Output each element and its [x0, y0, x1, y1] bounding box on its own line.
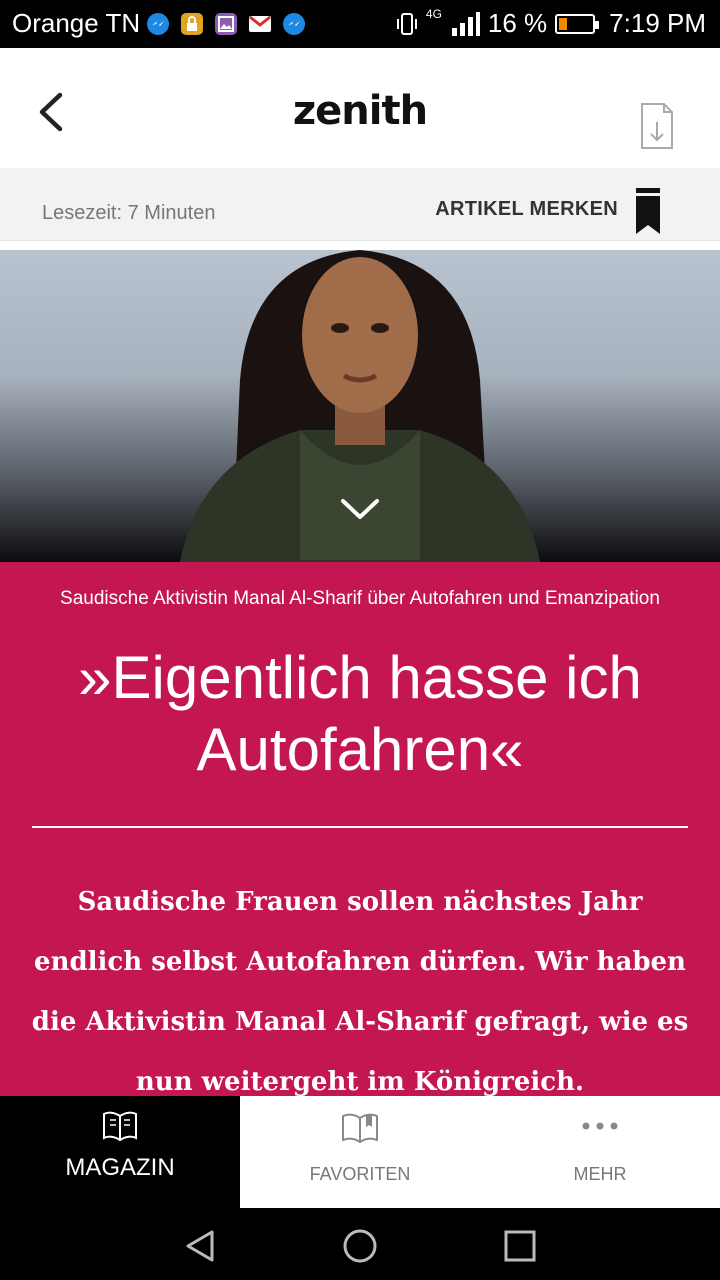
- tab-favoriten[interactable]: FAVORITEN: [240, 1096, 480, 1208]
- open-book-icon: [103, 1111, 137, 1142]
- tab-magazin[interactable]: MAGAZIN: [0, 1096, 240, 1208]
- tab-label: FAVORITEN: [309, 1164, 411, 1184]
- nav-recents-icon[interactable]: [502, 1228, 538, 1264]
- chevron-down-icon[interactable]: [340, 498, 380, 522]
- status-bar: Orange TN 4G 16 % 7:19 PM: [0, 0, 720, 48]
- gmail-icon: [249, 15, 271, 32]
- app-logo: zenith: [292, 88, 428, 134]
- app-bar: zenith: [0, 48, 720, 168]
- article-lead: Saudische Frauen sollen nächstes Jahr en…: [31, 887, 689, 1097]
- tab-label: MAGAZIN: [65, 1154, 175, 1181]
- battery-percent: 16 %: [487, 8, 548, 38]
- messenger-icon: [147, 13, 169, 35]
- bookmark-icon[interactable]: [636, 188, 660, 234]
- gallery-icon: [215, 13, 237, 35]
- more-dots-icon: [582, 1122, 618, 1130]
- document-download-icon[interactable]: [640, 102, 674, 150]
- messenger-icon: [283, 13, 305, 35]
- battery-icon: [555, 13, 600, 34]
- network-type: 4G: [425, 6, 442, 21]
- bookmark-article-button[interactable]: ARTIKEL MERKEN: [435, 198, 618, 221]
- article-info-bar: Lesezeit: 7 Minuten ARTIKEL MERKEN: [0, 168, 720, 241]
- nav-home-icon[interactable]: [342, 1228, 378, 1264]
- tab-mehr[interactable]: MEHR: [480, 1096, 720, 1208]
- article-headline: »Eigentlich hasse ich Autofahren«: [78, 644, 642, 783]
- status-right: 4G 16 % 7:19 PM: [396, 6, 706, 39]
- clock: 7:19 PM: [609, 8, 706, 38]
- reading-time: Lesezeit: 7 Minuten: [42, 202, 216, 224]
- hero-image: [0, 250, 720, 562]
- signal-icon: [451, 11, 480, 36]
- carrier-label: Orange TN: [12, 8, 141, 38]
- divider: [32, 826, 688, 828]
- tab-label: MEHR: [573, 1164, 627, 1184]
- notification-icons: [146, 12, 306, 36]
- nav-back-icon[interactable]: [182, 1228, 218, 1264]
- system-nav-bar: [0, 1208, 720, 1280]
- article-kicker: Saudische Aktivistin Manal Al-Sharif übe…: [60, 588, 660, 609]
- bookmarked-book-icon: [342, 1113, 378, 1144]
- bottom-tab-bar: MAGAZIN FAVORITEN MEHR: [0, 1096, 720, 1208]
- lock-app-icon: [181, 13, 203, 35]
- article-header: Saudische Aktivistin Manal Al-Sharif übe…: [0, 562, 720, 1097]
- vibrate-icon: [396, 12, 417, 35]
